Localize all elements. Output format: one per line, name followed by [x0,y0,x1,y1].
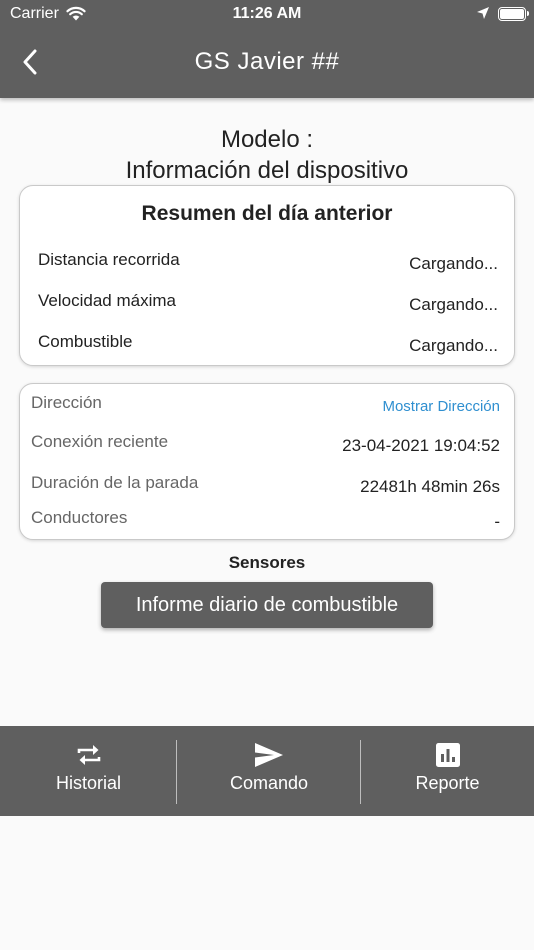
battery-icon [498,7,529,21]
tab-label: Historial [55,773,121,793]
info-row-last-connection: Conexión reciente 23-04-2021 19:04:52 [31,432,500,456]
tab-label: Reporte [415,773,480,793]
info-value: 23-04-2021 19:04:52 [342,436,500,455]
info-label: Dirección [31,393,102,412]
repeat-icon [76,741,102,769]
summary-value: Cargando... [409,254,498,273]
daily-fuel-report-button[interactable]: Informe diario de combustible [101,582,433,628]
summary-value: Cargando... [409,295,498,314]
summary-label: Combustible [38,332,133,351]
status-bar: Carrier 11:26 AM [0,0,534,28]
previous-day-summary-card: Resumen del día anterior Distancia recor… [19,185,515,366]
send-icon [254,741,284,769]
navigation-bar: GS Javier ## [0,28,534,98]
summary-row-max-speed: Velocidad máxima Cargando... [38,291,498,315]
info-label: Conductores [31,508,128,527]
sensors-heading: Sensores [228,553,306,572]
device-info-label: Información del dispositivo [125,157,409,184]
summary-label: Distancia recorrida [38,250,180,269]
tab-reporte[interactable]: Reporte [361,726,534,816]
tab-historial[interactable]: Historial [0,726,177,816]
location-arrow-icon [476,6,490,25]
summary-value: Cargando... [409,336,498,355]
info-label: Conexión reciente [31,432,169,451]
page-title: GS Javier ## [194,48,340,75]
summary-row-distance: Distancia recorrida Cargando... [38,250,498,274]
summary-label: Velocidad máxima [38,291,176,310]
model-label: Modelo : [220,126,314,153]
tab-comando[interactable]: Comando [177,726,361,816]
info-value: - [494,512,500,531]
bottom-navigation: Historial Comando Reporte [0,726,534,816]
summary-row-fuel: Combustible Cargando... [38,332,498,356]
show-address-link[interactable]: Mostrar Dirección [382,398,500,415]
summary-title: Resumen del día anterior [141,202,393,225]
info-row-address: Dirección Mostrar Dirección [31,393,500,417]
info-label: Duración de la parada [31,473,199,492]
device-model-heading: Modelo : Información del dispositivo [0,124,534,186]
info-value: 22481h 48min 26s [360,477,500,496]
info-row-drivers: Conductores - [31,508,500,532]
device-info-card: Dirección Mostrar Dirección Conexión rec… [19,383,515,540]
app-header: Carrier 11:26 AM GS Javier ## [0,0,534,98]
status-time: 11:26 AM [232,5,302,22]
tab-label: Comando [229,773,309,793]
bar-chart-icon [435,741,460,769]
info-row-stop-duration: Duración de la parada 22481h 48min 26s [31,473,500,497]
